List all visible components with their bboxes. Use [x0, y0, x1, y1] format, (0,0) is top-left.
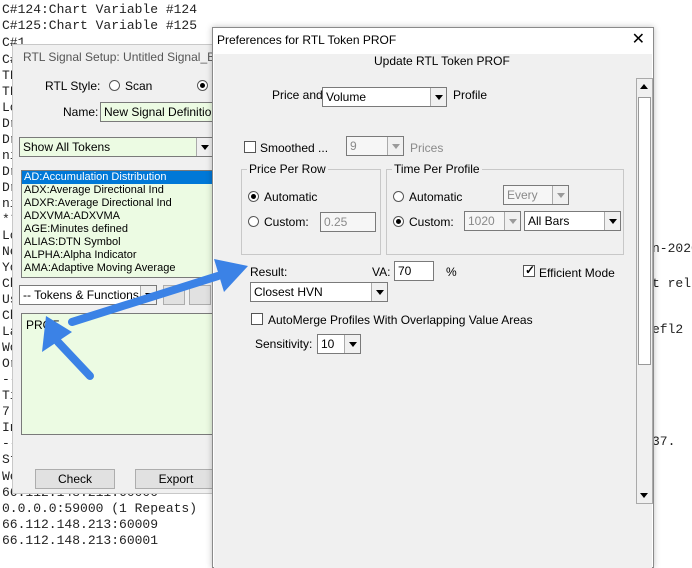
- insert-button[interactable]: [163, 285, 185, 305]
- time-custom-combo[interactable]: 1020: [464, 211, 521, 231]
- log-line: C#124:Chart Variable #124: [2, 2, 198, 17]
- token-list-item[interactable]: AGE:Minutes defined: [22, 223, 212, 236]
- time-automatic-radio[interactable]: [393, 191, 404, 202]
- va-label: VA:: [372, 265, 391, 279]
- chevron-down-icon: [504, 212, 520, 230]
- result-value: Closest HVN: [254, 285, 323, 299]
- smoothed-checkbox[interactable]: [244, 141, 256, 153]
- price-type-value: Volume: [326, 90, 367, 104]
- time-per-profile-group: Time Per Profile Automatic Every Custom:…: [386, 162, 624, 255]
- chevron-down-icon: [344, 335, 360, 353]
- chevron-down-icon: [140, 286, 156, 304]
- token-list-item[interactable]: ADXR:Average Directional Ind: [22, 197, 212, 210]
- percent-label: %: [446, 265, 457, 279]
- scroll-thumb[interactable]: [638, 97, 651, 365]
- rtl-signal-setup-window: RTL Signal Setup: Untitled Signal_B RTL …: [12, 44, 228, 494]
- time-every-combo[interactable]: Every: [503, 185, 569, 205]
- scan-radio[interactable]: [109, 80, 120, 91]
- tokens-functions-combo[interactable]: -- Tokens & Functions --: [19, 285, 157, 305]
- log-fragment: t rel: [652, 276, 692, 291]
- formula-text: PROF: [26, 318, 60, 332]
- token-list-item[interactable]: AMA:Adaptive Moving Average: [22, 262, 212, 275]
- export-button[interactable]: Export: [135, 469, 217, 489]
- sensitivity-combo[interactable]: 10: [317, 334, 361, 354]
- automerge-label: AutoMerge Profiles With Overlapping Valu…: [268, 313, 533, 327]
- sensitivity-label: Sensitivity:: [255, 337, 313, 351]
- name-label: Name:: [63, 105, 99, 119]
- price-row-automatic-label: Automatic: [264, 190, 318, 204]
- token-filter-value: Show All Tokens: [23, 140, 111, 154]
- price-and-label: Price and: [272, 88, 323, 102]
- price-type-combo[interactable]: Volume: [322, 87, 447, 107]
- dialog-heading: Update RTL Token PROF: [374, 54, 510, 68]
- token-list-item[interactable]: ADXVMA:ADXVMA: [22, 210, 212, 223]
- automerge-checkbox[interactable]: [251, 313, 263, 325]
- scroll-down-icon[interactable]: [637, 487, 652, 503]
- preferences-dialog: Preferences for RTL Token PROF ✕ Update …: [212, 27, 654, 568]
- chevron-down-icon: [552, 186, 568, 204]
- chevron-down-icon: [604, 212, 620, 230]
- log-fragment: n-2020: [652, 241, 692, 256]
- tokens-functions-value: -- Tokens & Functions --: [23, 288, 151, 302]
- price-row-custom-radio[interactable]: [248, 216, 259, 227]
- style-radio-selected[interactable]: [197, 80, 208, 91]
- smoothed-label: Smoothed ...: [260, 141, 329, 155]
- rtl-style-label: RTL Style:: [45, 79, 101, 93]
- log-fragment: efl2: [652, 322, 684, 337]
- token-list-item[interactable]: AD:Accumulation Distribution: [22, 171, 212, 184]
- chevron-down-icon: [430, 88, 446, 106]
- time-per-profile-title: Time Per Profile: [392, 162, 482, 176]
- token-list-item[interactable]: ADX:Average Directional Ind: [22, 184, 212, 197]
- chevron-down-icon: [371, 283, 387, 301]
- prices-label: Prices: [410, 141, 444, 155]
- token-list-item[interactable]: ALIAS:DTN Symbol: [22, 236, 212, 249]
- price-row-automatic-radio[interactable]: [248, 191, 259, 202]
- sensitivity-value: 10: [321, 337, 335, 351]
- token-filter-combo[interactable]: Show All Tokens: [19, 137, 213, 157]
- scroll-up-icon[interactable]: [637, 79, 652, 95]
- check-button[interactable]: Check: [35, 469, 115, 489]
- dialog-body: Update RTL Token PROF Price and Volume P…: [214, 54, 652, 568]
- price-per-row-group: Price Per Row Automatic Custom: 0.25: [241, 162, 381, 255]
- va-input[interactable]: 70: [394, 261, 434, 281]
- smoothed-value-combo[interactable]: 9: [346, 136, 404, 156]
- vertical-scrollbar[interactable]: [636, 78, 653, 504]
- price-row-custom-label: Custom:: [264, 215, 309, 229]
- efficient-mode-label: Efficient Mode: [539, 266, 615, 280]
- time-every-value: Every: [507, 188, 538, 202]
- close-icon[interactable]: ✕: [632, 31, 645, 49]
- paren-button[interactable]: [189, 285, 211, 305]
- chevron-down-icon: [387, 137, 403, 155]
- chevron-down-icon: [196, 138, 212, 156]
- time-custom-radio[interactable]: [393, 216, 404, 227]
- formula-editor[interactable]: PROF: [21, 313, 217, 435]
- log-line: 66.112.148.213:60009: [2, 517, 159, 532]
- scan-label: Scan: [125, 79, 153, 93]
- log-line: 0.0.0.0:59000 (1 Repeats): [2, 501, 198, 516]
- time-bars-value: All Bars: [528, 214, 570, 228]
- result-label: Result:: [250, 265, 288, 279]
- efficient-mode-checkbox[interactable]: [523, 263, 535, 277]
- time-automatic-label: Automatic: [409, 190, 463, 204]
- log-fragment: 37.: [652, 434, 676, 449]
- price-row-custom-input[interactable]: 0.25: [320, 212, 376, 232]
- time-custom-value: 1020: [468, 214, 495, 228]
- signal-window-title: RTL Signal Setup: Untitled Signal_B: [23, 50, 216, 64]
- log-line: C#125:Chart Variable #125: [2, 18, 198, 33]
- result-combo[interactable]: Closest HVN: [250, 282, 388, 302]
- time-bars-combo[interactable]: All Bars: [524, 211, 621, 231]
- time-custom-label: Custom:: [409, 215, 454, 229]
- price-per-row-title: Price Per Row: [247, 162, 328, 176]
- token-list[interactable]: AD:Accumulation Distribution ADX:Average …: [21, 170, 213, 278]
- signal-name-input[interactable]: New Signal Definition: [100, 102, 228, 122]
- token-list-item[interactable]: ALPHA:Alpha Indicator: [22, 249, 212, 262]
- profile-label: Profile: [453, 88, 488, 102]
- dialog-title: Preferences for RTL Token PROF: [217, 33, 397, 47]
- smoothed-value: 9: [350, 139, 357, 153]
- dialog-titlebar: Preferences for RTL Token PROF ✕: [213, 28, 653, 54]
- log-line: 66.112.148.213:60001: [2, 533, 159, 548]
